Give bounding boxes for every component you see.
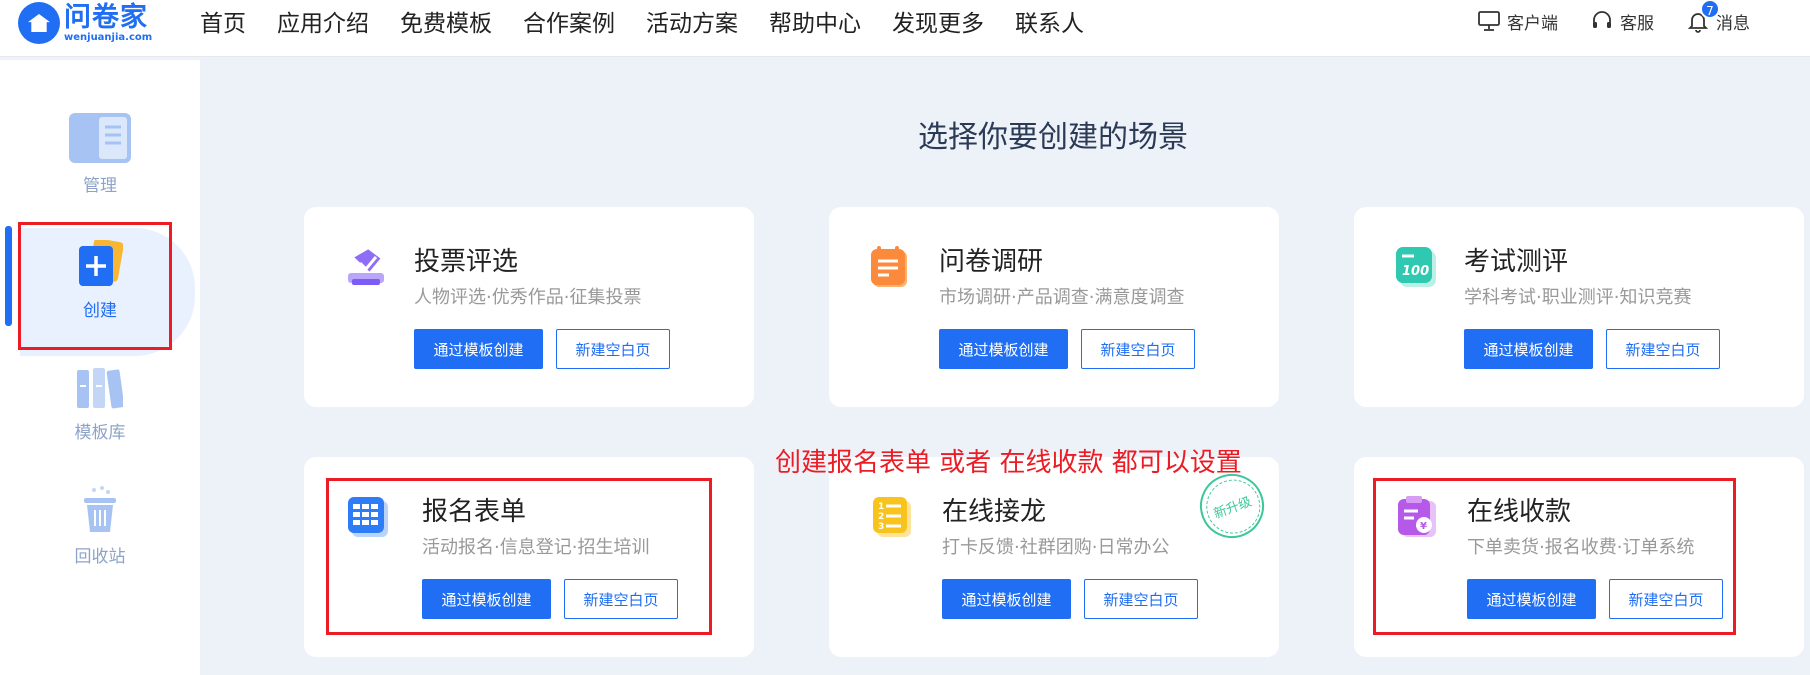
create-from-template-button[interactable]: 通过模板创建 <box>939 329 1068 369</box>
logo-house-icon <box>18 2 60 44</box>
svg-text:2: 2 <box>878 512 884 522</box>
top-header: 问卷家 wenjuanjia.com 首页 应用介绍 免费模板 合作案例 活动方… <box>0 0 1810 57</box>
message-label: 消息 <box>1716 13 1750 34</box>
client-link[interactable]: 客户端 <box>1477 9 1558 34</box>
sidebar-label-trash: 回收站 <box>74 547 126 567</box>
nav-activities[interactable]: 活动方案 <box>646 4 738 38</box>
annotation-text: 创建报名表单 或者 在线收款 都可以设置 <box>775 448 1242 478</box>
sidebar-label-manage: 管理 <box>83 176 117 196</box>
manage-icon <box>69 113 131 163</box>
card-title: 问卷调研 <box>939 247 1044 277</box>
relay-icon: 123 <box>873 497 911 537</box>
create-from-template-button[interactable]: 通过模板创建 <box>414 329 543 369</box>
card-title: 考试测评 <box>1464 247 1569 277</box>
nav-contacts[interactable]: 联系人 <box>1015 4 1084 38</box>
service-label: 客服 <box>1620 13 1654 34</box>
nav-intro[interactable]: 应用介绍 <box>277 4 369 38</box>
client-label: 客户端 <box>1507 13 1558 34</box>
card-subtitle: 人物评选·优秀作品·征集投票 <box>414 287 642 308</box>
card-subtitle: 学科考试·职业测评·知识竞赛 <box>1464 287 1692 308</box>
new-blank-page-button[interactable]: 新建空白页 <box>1606 329 1720 369</box>
sidebar-item-template-library[interactable]: 模板库 <box>0 368 200 443</box>
header-actions: 客户端 客服 7 消息 <box>1445 0 1750 42</box>
nav-free-templates[interactable]: 免费模板 <box>400 4 492 38</box>
sidebar-item-trash[interactable]: 回收站 <box>0 486 200 567</box>
message-count-badge: 7 <box>1700 0 1720 19</box>
new-blank-page-button[interactable]: 新建空白页 <box>1081 329 1195 369</box>
annotation-box-create <box>18 222 172 350</box>
svg-text:3: 3 <box>878 522 884 532</box>
annotation-box-signup-form <box>326 478 712 635</box>
main-nav: 首页 应用介绍 免费模板 合作案例 活动方案 帮助中心 发现更多 联系人 <box>200 0 1115 42</box>
survey-icon <box>871 246 907 287</box>
logo-domain: wenjuanjia.com <box>64 32 153 43</box>
headset-icon <box>1593 11 1611 28</box>
template-library-icon <box>77 368 123 409</box>
vote-icon <box>348 249 384 285</box>
message-link[interactable]: 7 消息 <box>1686 0 1750 34</box>
card-title: 投票评选 <box>414 247 519 277</box>
scene-card-survey: 问卷调研 市场调研·产品调查·满意度调查 通过模板创建 新建空白页 <box>829 207 1279 407</box>
annotation-box-payment <box>1373 478 1736 635</box>
sidebar-label-template-library: 模板库 <box>74 423 126 443</box>
nav-cases[interactable]: 合作案例 <box>523 4 615 38</box>
card-subtitle: 市场调研·产品调查·满意度调查 <box>939 287 1185 308</box>
nav-home[interactable]: 首页 <box>200 4 246 38</box>
svg-text:100: 100 <box>1402 264 1429 279</box>
new-blank-page-button[interactable]: 新建空白页 <box>1084 579 1198 619</box>
card-subtitle: 打卡反馈·社群团购·日常办公 <box>942 537 1170 558</box>
exam-icon: 100 <box>1396 247 1436 287</box>
logo[interactable]: 问卷家 wenjuanjia.com <box>18 0 152 46</box>
create-from-template-button[interactable]: 通过模板创建 <box>942 579 1071 619</box>
svg-text:1: 1 <box>878 502 884 512</box>
nav-discover[interactable]: 发现更多 <box>892 4 984 38</box>
monitor-icon <box>1478 11 1500 31</box>
stamp-label: 新升级 <box>1211 494 1254 522</box>
card-title: 在线接龙 <box>942 497 1047 527</box>
logo-name: 问卷家 <box>64 2 148 33</box>
trash-icon <box>84 486 116 532</box>
scene-card-vote: 投票评选 人物评选·优秀作品·征集投票 通过模板创建 新建空白页 <box>304 207 754 407</box>
page-title: 选择你要创建的场景 <box>918 120 1188 155</box>
sidebar: 管理 创建 模板库 回收站 <box>0 60 200 675</box>
create-from-template-button[interactable]: 通过模板创建 <box>1464 329 1593 369</box>
sidebar-item-manage[interactable]: 管理 <box>0 113 200 196</box>
nav-help[interactable]: 帮助中心 <box>769 4 861 38</box>
new-blank-page-button[interactable]: 新建空白页 <box>556 329 670 369</box>
service-link[interactable]: 客服 <box>1590 9 1654 34</box>
scene-card-exam: 100 考试测评 学科考试·职业测评·知识竞赛 通过模板创建 新建空白页 <box>1354 207 1804 407</box>
